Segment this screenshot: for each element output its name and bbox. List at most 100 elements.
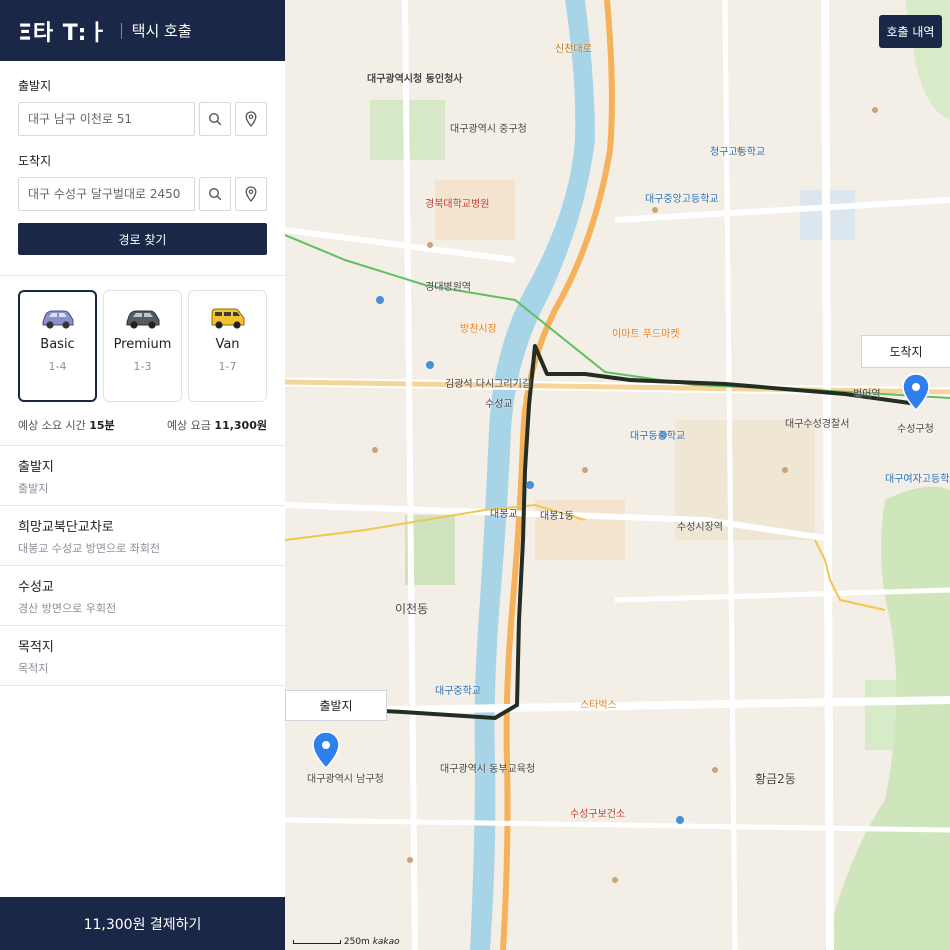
search-icon: [208, 187, 222, 201]
map-label: 대구여자고등학교: [885, 474, 950, 485]
pay-button[interactable]: 11,300원 결제하기: [0, 897, 285, 950]
step-description: 출발지: [18, 482, 49, 495]
estimated-fare-value: 11,300원: [214, 419, 267, 432]
sidebar: Ξ타 T:ㅏ 택시 호출 출발지 대구 남구 이천로 51 도착지 대구 수성구…: [0, 0, 285, 950]
map-label: 이마트 푸드마켓: [612, 329, 680, 340]
poi-marker: [652, 207, 658, 213]
route-step[interactable]: 목적지 목적지: [0, 626, 285, 686]
app-logo: Ξ타 T:ㅏ: [18, 20, 109, 46]
header-divider: [120, 22, 122, 39]
map-label: 수성구보건소: [570, 809, 626, 820]
car-capacity: 1-4: [48, 360, 67, 373]
map-label: 신천대로: [555, 44, 592, 55]
location-pin-icon: [245, 186, 257, 202]
app-title: 택시 호출: [131, 22, 192, 40]
map-label: 이천동: [395, 602, 429, 616]
map-label: 대구동중학교: [630, 431, 686, 442]
step-description: 목적지: [18, 662, 49, 675]
map-label: 경북대학교병원: [425, 199, 490, 210]
destination-location-button[interactable]: [235, 177, 267, 211]
poi-marker: [676, 816, 684, 824]
map-label: 대봉교: [490, 509, 518, 520]
poi-marker: [407, 857, 413, 863]
car-icon: [42, 310, 73, 329]
map-label: 대구광역시 중구청: [450, 124, 527, 135]
map-label: 대봉1동: [540, 511, 574, 522]
origin-input[interactable]: 대구 남구 이천로 51: [18, 102, 195, 136]
poi-marker: [372, 447, 378, 453]
poi-marker: [427, 242, 433, 248]
estimated-time-label: 예상 소요 시간: [18, 419, 86, 432]
car-option-premium[interactable]: Premium 1-3: [103, 290, 182, 402]
origin-label: 출발지: [18, 79, 52, 93]
step-title: 수성교: [18, 580, 54, 595]
map-label: 방천시장: [460, 324, 497, 335]
poi-marker: [612, 877, 618, 883]
car-capacity: 1-3: [133, 360, 152, 373]
route-steps: 출발지 출발지 희망교북단교차로 대봉교 수성교 방면으로 좌회전 수성교 경산…: [0, 445, 285, 686]
destination-label: 도착지: [18, 154, 52, 168]
estimated-fare-label: 예상 요금: [166, 419, 211, 432]
route-form: 출발지 대구 남구 이천로 51 도착지 대구 수성구 달구벌대로 2450 경…: [0, 61, 285, 255]
map-label: 대구광역시 동부교육청: [440, 764, 536, 775]
poi-marker: [526, 481, 534, 489]
destination-search-button[interactable]: [199, 177, 231, 211]
estimated-fare: 예상 요금 11,300원: [167, 417, 267, 433]
map-label: 청구고등학교: [710, 147, 766, 158]
poi-marker: [782, 467, 788, 473]
origin-tag: 출발지: [285, 690, 387, 721]
map-block: [435, 180, 515, 240]
step-title: 희망교북단교차로: [18, 520, 114, 535]
map-label: 범어역: [853, 389, 881, 400]
car-option-van[interactable]: Van 1-7: [188, 290, 267, 402]
car-option-basic[interactable]: Basic 1-4: [18, 290, 97, 402]
step-title: 출발지: [18, 460, 54, 475]
car-name: Basic: [40, 337, 75, 352]
map-label: 경대병원역: [425, 282, 471, 293]
map-view[interactable]: 대구광역시청 동인청사 대구광역시 중구청 대구광역시 남구청 수성구청 경북대…: [285, 0, 950, 950]
poi-marker: [426, 361, 434, 369]
map-label: 대구수성경찰서: [785, 419, 850, 430]
car-name: Premium: [113, 337, 172, 352]
map-label: 대구중앙고등학교: [645, 194, 719, 205]
car-name: Van: [215, 337, 240, 352]
location-pin-icon: [245, 111, 257, 127]
origin-search-button[interactable]: [199, 102, 231, 136]
kakao-logo: kakao: [372, 937, 400, 947]
estimated-time: 예상 소요 시간 15분: [18, 417, 115, 433]
estimate-row: 예상 소요 시간 15분 예상 요금 11,300원: [0, 402, 285, 433]
map-label: 대구중학교: [435, 686, 481, 697]
map-label: 김광석 다시그리기길: [445, 379, 531, 390]
scale-value: 250m: [343, 937, 370, 947]
car-type-selector: Basic 1-4 Premium 1-3 Van 1-7: [0, 276, 285, 402]
step-title: 목적지: [18, 640, 54, 655]
map-label: 대구광역시 남구청: [307, 774, 384, 785]
call-history-button[interactable]: 호출 내역: [879, 15, 942, 48]
route-step[interactable]: 희망교북단교차로 대봉교 수성교 방면으로 좌회전: [0, 506, 285, 566]
top-bar: Ξ타 T:ㅏ 택시 호출: [0, 0, 285, 61]
route-step[interactable]: 수성교 경산 방면으로 우회전: [0, 566, 285, 626]
car-capacity: 1-7: [218, 360, 237, 373]
search-icon: [208, 112, 222, 126]
poi-marker: [376, 296, 384, 304]
map-label: 수성구청: [897, 424, 934, 435]
estimated-time-value: 15분: [89, 419, 115, 432]
map-label: 대구광역시청 동인청사: [367, 74, 463, 85]
van-icon: [211, 308, 244, 329]
poi-marker: [712, 767, 718, 773]
map-scale: 250m kakao: [293, 937, 400, 947]
step-description: 경산 방면으로 우회전: [18, 602, 117, 615]
poi-marker: [582, 467, 588, 473]
step-description: 대봉교 수성교 방면으로 좌회전: [18, 542, 161, 555]
destination-tag: 도착지: [861, 335, 950, 368]
map-label: 수성시장역: [677, 522, 723, 533]
map-label: 스타벅스: [580, 700, 617, 711]
destination-input[interactable]: 대구 수성구 달구벌대로 2450: [18, 177, 195, 211]
map-label: 황금2동: [755, 772, 796, 786]
poi-marker: [872, 107, 878, 113]
scale-bar: [293, 939, 341, 944]
route-step[interactable]: 출발지 출발지: [0, 446, 285, 506]
car-icon: [126, 310, 159, 329]
origin-location-button[interactable]: [235, 102, 267, 136]
find-route-button[interactable]: 경로 찾기: [18, 223, 267, 255]
